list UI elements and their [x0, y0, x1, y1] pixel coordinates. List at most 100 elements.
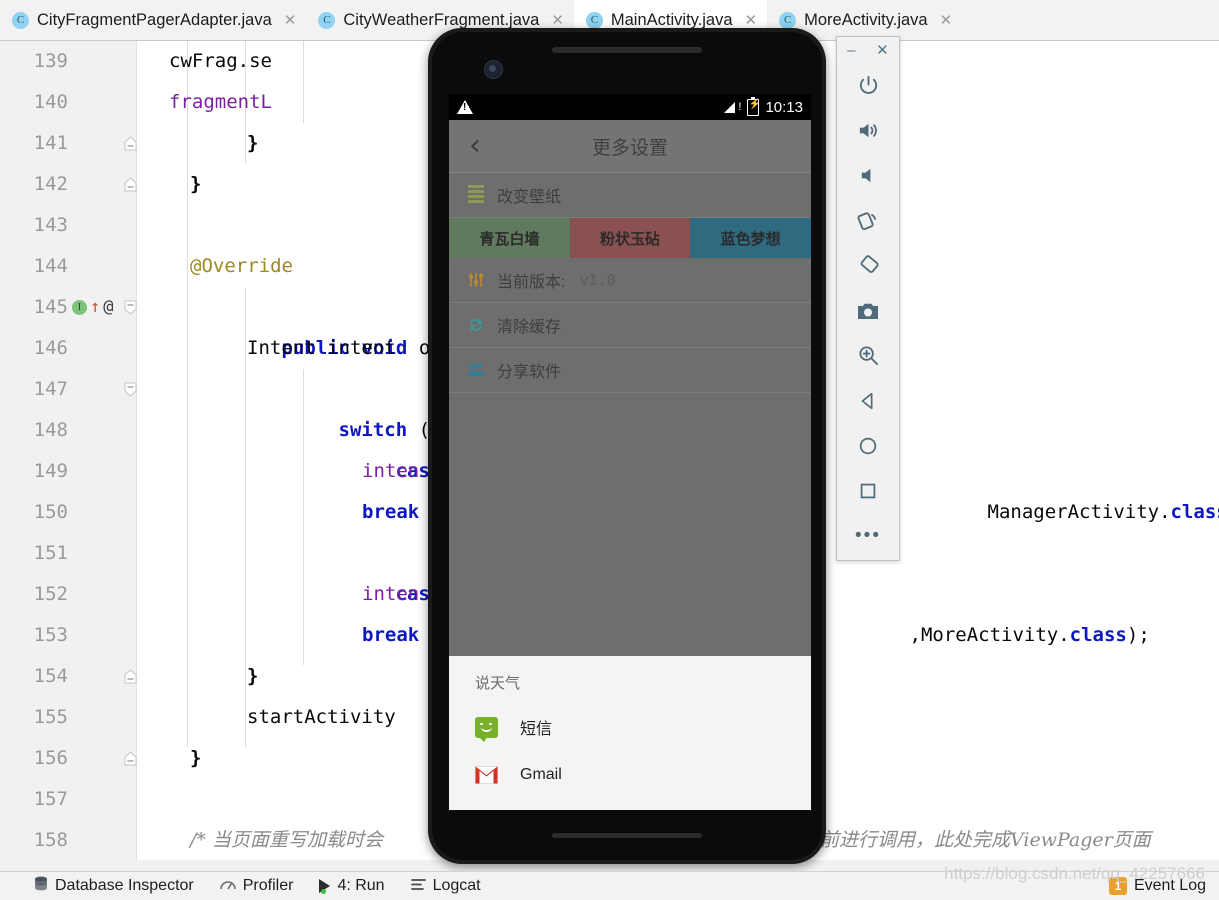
overview-icon[interactable] — [837, 468, 899, 513]
tab-label: CityWeatherFragment.java — [343, 11, 539, 30]
java-class-icon: C — [586, 12, 603, 29]
line-number: 151 — [0, 533, 68, 574]
signal-icon — [724, 102, 735, 113]
code-keyword: break — [362, 615, 419, 656]
code-fold-toggle[interactable] — [124, 136, 137, 151]
line-number: 149 — [0, 451, 68, 492]
status-item-event-log[interactable]: 1 Event Log — [1075, 877, 1219, 895]
status-item-label: Event Log — [1134, 877, 1206, 895]
line-number: 148 — [0, 410, 68, 451]
override-arrow-icon[interactable]: ↑ — [90, 300, 100, 315]
rotate-left-icon[interactable] — [837, 198, 899, 243]
settings-row-clear-cache[interactable]: 清除缓存 — [449, 303, 811, 348]
front-camera-icon — [484, 60, 503, 79]
emulator-window[interactable]: ! 10:13 ‹ 更多设置 — [428, 28, 826, 864]
power-icon[interactable] — [837, 63, 899, 108]
more-icon[interactable]: ••• — [837, 513, 899, 558]
settings-row-share-app[interactable]: 分享软件 — [449, 348, 811, 393]
tab-label: MoreActivity.java — [804, 11, 927, 30]
code-text: inten — [362, 574, 419, 615]
emulator-window-controls[interactable]: – ✕ — [837, 37, 899, 63]
code-text: } — [247, 123, 258, 164]
close-icon[interactable]: ✕ — [284, 11, 297, 29]
java-class-icon: C — [12, 12, 29, 29]
line-number: 155 — [0, 697, 68, 738]
emulator-screen[interactable]: ! 10:13 ‹ 更多设置 — [449, 94, 811, 810]
phone-bezel: ! 10:13 ‹ 更多设置 — [432, 32, 822, 860]
bottom-speaker — [552, 833, 702, 838]
status-item-database-inspector[interactable]: Database Inspector — [0, 876, 207, 897]
code-fold-toggle[interactable] — [124, 177, 137, 192]
code-fold-toggle[interactable] — [124, 300, 137, 315]
messaging-icon — [475, 717, 498, 738]
volume-down-icon[interactable] — [837, 153, 899, 198]
database-icon — [34, 876, 48, 897]
line-number: 147 — [0, 369, 68, 410]
intention-bulb-icon[interactable]: I — [72, 300, 87, 315]
wallpaper-swatch-lanse[interactable]: 蓝色梦想 — [690, 218, 811, 258]
status-item-logcat[interactable]: Logcat — [398, 877, 494, 895]
share-target-messaging[interactable]: 短信 — [449, 703, 811, 751]
status-item-label: Logcat — [433, 877, 481, 895]
gutter-markers[interactable]: I ↑ @ — [72, 287, 114, 328]
home-icon[interactable] — [837, 423, 899, 468]
zoom-icon[interactable] — [837, 333, 899, 378]
version-value: v1.0 — [579, 271, 615, 289]
status-item-profiler[interactable]: Profiler — [207, 877, 307, 896]
code-text: } — [190, 738, 201, 779]
minimize-icon[interactable]: – — [847, 42, 855, 59]
java-class-icon: C — [779, 12, 796, 29]
code-text: } — [190, 164, 201, 205]
share-chooser-dialog[interactable]: 说天气 短信 — [449, 656, 811, 810]
code-fold-toggle[interactable] — [124, 382, 137, 397]
settings-row-label: 改变壁纸 — [497, 183, 561, 207]
ide-status-bar[interactable]: Database Inspector Profiler 4: Run Logca… — [0, 871, 1219, 900]
status-item-label: Database Inspector — [55, 877, 194, 895]
settings-row-label: 当前版本: — [497, 268, 565, 292]
wallpaper-lines-icon — [461, 185, 491, 205]
line-number: 152 — [0, 574, 68, 615]
editor-tab-city-fragment-pager-adapter[interactable]: C CityFragmentPagerAdapter.java ✕ — [0, 0, 306, 40]
share-target-label: 短信 — [520, 715, 552, 739]
swatch-label: 青瓦白墙 — [479, 228, 539, 249]
tab-label: CityFragmentPagerAdapter.java — [37, 11, 272, 30]
share-target-label: Gmail — [520, 766, 562, 784]
camera-icon[interactable] — [837, 288, 899, 333]
wallpaper-swatch-fenzhuang[interactable]: 粉状玉砧 — [570, 218, 691, 258]
close-icon[interactable]: ✕ — [745, 11, 758, 29]
swatch-label: 粉状玉砧 — [600, 228, 660, 249]
swatch-label: 蓝色梦想 — [721, 228, 781, 249]
line-number: 150 — [0, 492, 68, 533]
emulator-toolbar[interactable]: – ✕ — [836, 36, 900, 561]
code-keyword: break — [362, 492, 419, 533]
share-target-gmail[interactable]: Gmail — [449, 751, 811, 799]
code-comment-right: 前进行调用，此处完成ViewPager页面 — [820, 820, 1151, 861]
back-chevron-icon[interactable]: ‹ — [449, 131, 501, 161]
run-icon — [319, 879, 330, 893]
people-icon — [461, 361, 491, 379]
logcat-icon — [411, 878, 426, 895]
settings-row-wallpaper[interactable]: 改变壁纸 — [449, 173, 811, 218]
wallpaper-swatch-qingwa[interactable]: 青瓦白墙 — [449, 218, 570, 258]
code-fold-toggle[interactable] — [124, 669, 137, 684]
line-number: 144 — [0, 246, 68, 287]
line-number: 146 — [0, 328, 68, 369]
code-text: @Override — [190, 246, 293, 287]
close-icon[interactable]: ✕ — [876, 41, 889, 59]
volume-up-icon[interactable] — [837, 108, 899, 153]
status-item-run[interactable]: 4: Run — [306, 877, 397, 895]
profiler-icon — [220, 877, 236, 896]
settings-row-version[interactable]: 当前版本: v1.0 — [449, 258, 811, 303]
code-fold-toggle[interactable] — [124, 751, 137, 766]
line-number: 145 — [0, 287, 68, 328]
close-icon[interactable]: ✕ — [551, 11, 564, 29]
rotate-right-icon[interactable] — [837, 243, 899, 288]
share-dialog-title: 说天气 — [449, 668, 811, 703]
signal-alert-icon: ! — [738, 101, 741, 113]
refresh-icon — [461, 316, 491, 334]
back-icon[interactable] — [837, 378, 899, 423]
annotation-marker-icon[interactable]: @ — [103, 287, 113, 328]
settings-row-label: 分享软件 — [497, 358, 561, 382]
close-icon[interactable]: ✕ — [940, 11, 953, 29]
app-content-dimmed: ‹ 更多设置 改变壁纸 青瓦白墙 粉状玉砧 蓝色梦想 — [449, 120, 811, 656]
